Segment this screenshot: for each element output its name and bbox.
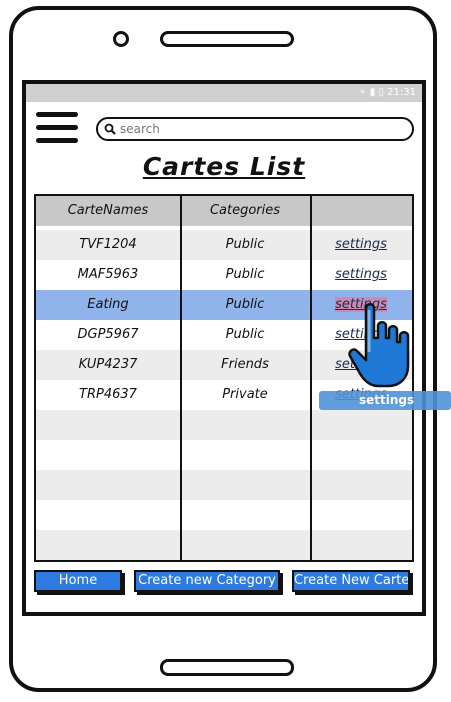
- settings-tooltip: settings: [319, 391, 451, 410]
- column-header-actions: [310, 196, 412, 226]
- home-button[interactable]: Home: [34, 570, 122, 592]
- table-row-empty: [36, 410, 412, 440]
- carte-name: DGP5967: [77, 327, 139, 342]
- table-row[interactable]: TVF1204 Public settings: [36, 230, 412, 260]
- table-row-empty: [36, 500, 412, 530]
- carte-category: Private: [222, 387, 268, 402]
- carte-category: Friends: [221, 357, 269, 372]
- speaker-icon: [160, 31, 294, 47]
- home-hardware-button[interactable]: [160, 659, 294, 676]
- table-row-empty: [36, 470, 412, 500]
- search-input[interactable]: [120, 122, 390, 136]
- column-header-cartenames: CarteNames: [67, 203, 149, 218]
- table-row-empty: [36, 440, 412, 470]
- search-box[interactable]: [96, 117, 414, 141]
- carte-name: KUP4237: [78, 357, 138, 372]
- search-icon: [104, 123, 116, 135]
- page-title-wrap: Cartes List: [26, 152, 422, 181]
- carte-category: Public: [225, 297, 265, 312]
- carte-name: Eating: [87, 297, 129, 312]
- table-row[interactable]: MAF5963 Public settings: [36, 260, 412, 290]
- carte-category: Public: [225, 327, 265, 342]
- create-category-button[interactable]: Create new Category: [134, 570, 280, 592]
- hamburger-icon[interactable]: [36, 112, 78, 148]
- create-carte-button[interactable]: Create New Carte: [292, 570, 410, 592]
- page-title: Cartes List: [142, 152, 306, 181]
- camera-icon: [113, 31, 129, 47]
- column-divider: [180, 196, 182, 560]
- carte-name: TVF1204: [79, 237, 137, 252]
- status-icons: ⚬ ▮ ▯: [358, 87, 388, 98]
- hand-pointer-icon: [348, 303, 410, 388]
- column-header-categories: Categories: [209, 203, 281, 218]
- table-row-empty: [36, 530, 412, 560]
- carte-name: TRP4637: [79, 387, 137, 402]
- carte-category: Public: [225, 267, 265, 282]
- settings-link[interactable]: settings: [335, 237, 387, 252]
- carte-category: Public: [225, 237, 265, 252]
- bottom-button-bar: Home Create new Category Create New Cart…: [34, 570, 414, 596]
- column-divider: [310, 196, 312, 560]
- status-bar: ⚬ ▮ ▯ 21:31: [26, 84, 422, 102]
- settings-link[interactable]: settings: [335, 267, 387, 282]
- table-header-row: CarteNames Categories: [36, 196, 412, 226]
- carte-name: MAF5963: [77, 267, 139, 282]
- status-time: 21:31: [387, 87, 416, 98]
